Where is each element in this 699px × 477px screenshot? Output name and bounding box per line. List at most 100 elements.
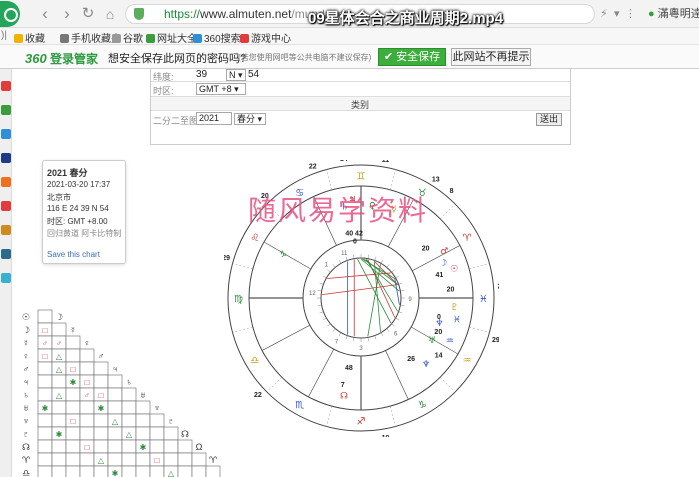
- zodiac-sign-icon: ♈: [463, 233, 472, 244]
- planet-degree-label: 26: [407, 356, 415, 363]
- lightning-icon[interactable]: ⚡: [600, 7, 608, 20]
- sidebar-app-icon[interactable]: [1, 153, 11, 163]
- refresh-icon[interactable]: ↻: [78, 4, 98, 24]
- latitude-minutes[interactable]: 54: [248, 69, 259, 80]
- grid-diagonal-planet-icon: ♆: [154, 403, 161, 413]
- bookmarks-bar: )| 收藏 手机收藏夹 谷歌 网址大全 360搜索 游戏中心: [0, 28, 699, 45]
- planet-icon: ♇: [451, 303, 459, 313]
- degree-tick: [398, 282, 403, 285]
- house-number-label: 6: [394, 332, 398, 338]
- bookmark-item[interactable]: 360搜索: [193, 30, 241, 45]
- menu-icon[interactable]: ⋮: [625, 7, 636, 20]
- degree-tick: [319, 282, 324, 285]
- cusp-degree-label: 29: [492, 337, 499, 344]
- browser-logo-icon: [0, 1, 20, 27]
- bookmark-icon: [60, 34, 69, 43]
- latitude-direction-select[interactable]: N ▾: [226, 69, 246, 81]
- watermark-text: 随风易学资料: [248, 194, 429, 227]
- bookmark-item[interactable]: 网址大全: [146, 30, 197, 45]
- aspect-cell: [107, 400, 123, 415]
- year-input[interactable]: 2021: [196, 112, 232, 125]
- season-select[interactable]: 春分 ▾: [234, 113, 266, 125]
- aspect-cell: [149, 426, 165, 441]
- aspect-cell: [79, 361, 95, 376]
- submit-button[interactable]: 送出: [536, 113, 562, 126]
- dropdown-icon[interactable]: ▾: [614, 7, 620, 20]
- card-timezone: 时区: GMT +8.00: [47, 217, 108, 226]
- degree-tick: [317, 290, 322, 292]
- planet-icon: ♂: [440, 247, 448, 257]
- grid-diagonal-planet-icon: ☊: [181, 429, 189, 439]
- sidebar-app-icon[interactable]: [1, 249, 11, 259]
- aspect-cell: [107, 387, 123, 402]
- save-password-button[interactable]: ✔ 安全保存: [378, 48, 446, 66]
- password-save-bar: 360 登录管家 想安全保存此网页的密码吗? (若您使用网吧等公共电脑不建议保存…: [0, 45, 699, 69]
- user-account[interactable]: ● 滿粵明逹: [648, 5, 699, 21]
- zodiac-sign-icon: ♌: [250, 233, 259, 244]
- grid-row-planet-icon: ☽: [22, 325, 30, 335]
- cusp-degree-label: 19: [382, 435, 390, 437]
- aspect-cell: [65, 400, 81, 415]
- sidebar-app-icon[interactable]: [1, 177, 11, 187]
- timezone-select[interactable]: GMT +8 ▾: [196, 83, 246, 95]
- degree-tick: [353, 254, 355, 259]
- cusp-degree-label: 11: [382, 160, 390, 164]
- planet-icon: ☊: [340, 392, 348, 402]
- video-title: 09星体会合之商业周期2.mp4: [308, 10, 504, 27]
- planet-icon: ♅: [428, 336, 436, 346]
- planet-degree-label: 20: [422, 246, 430, 253]
- degree-tick: [395, 275, 400, 279]
- aspect-symbol-icon: ♂: [42, 339, 48, 348]
- zodiac-sign-icon: ♓: [479, 294, 488, 305]
- bookmark-item[interactable]: 收藏: [14, 30, 45, 45]
- planet-degree-label: 14: [435, 352, 443, 359]
- aspect-symbol-icon: ✱: [98, 404, 105, 413]
- bookmark-item[interactable]: 游戏中心: [240, 30, 291, 45]
- aspect-cell: [107, 426, 123, 441]
- latitude-degrees[interactable]: 39: [196, 69, 207, 80]
- aspect-cell: [149, 439, 165, 454]
- grid-diagonal-planet-icon: ♃: [112, 364, 119, 374]
- aspect-cell: [65, 426, 81, 441]
- back-icon[interactable]: ‹: [35, 4, 55, 24]
- aspect-cell: [51, 413, 67, 428]
- sidebar-app-icon[interactable]: [1, 201, 11, 211]
- aspect-symbol-icon: △: [56, 365, 63, 374]
- sidebar-app-icon[interactable]: [1, 81, 11, 91]
- aspect-symbol-icon: □: [71, 365, 76, 374]
- aspect-cell: [65, 465, 81, 477]
- never-remind-button[interactable]: 此网站不再提示: [451, 48, 531, 66]
- degree-tick: [345, 335, 348, 340]
- aspect-cell: [177, 439, 193, 454]
- aspect-cell: [79, 426, 95, 441]
- aspect-symbol-icon: △: [56, 391, 63, 400]
- sidebar-app-icon[interactable]: [1, 225, 11, 235]
- cusp-degree-label: 13: [432, 176, 440, 183]
- chart-form: 纬度: 39 N ▾ 54 时区: GMT +8 ▾ 类别 二分二至图: 202…: [150, 69, 571, 145]
- left-sidebar: [0, 45, 12, 477]
- card-title: 2021 春分: [47, 168, 88, 178]
- bookmarks-toggle[interactable]: )|: [1, 30, 7, 41]
- sidebar-app-icon[interactable]: [1, 129, 11, 139]
- planet-icon: ♑: [279, 250, 287, 260]
- aspect-cell: [51, 452, 67, 467]
- aspect-cell: [51, 465, 67, 477]
- house-cusp-line: [261, 324, 310, 351]
- sidebar-app-icon[interactable]: [1, 273, 11, 283]
- planet-degree-label: 40 42: [345, 230, 363, 237]
- degree-tick: [317, 304, 322, 306]
- save-chart-link[interactable]: Save this chart: [47, 250, 100, 259]
- house-number-label: 12: [309, 291, 316, 297]
- grid-row-planet-icon: ♇: [23, 429, 30, 439]
- aspect-cell: [37, 426, 53, 441]
- bookmark-label: 游戏中心: [251, 34, 291, 45]
- sidebar-app-icon[interactable]: [1, 105, 11, 115]
- bookmark-item[interactable]: 谷歌: [112, 30, 143, 45]
- home-icon[interactable]: ⌂: [100, 4, 120, 24]
- forward-icon[interactable]: ›: [57, 4, 77, 24]
- aspect-cell: [93, 465, 109, 477]
- degree-tick: [332, 328, 336, 332]
- planet-icon: ♓: [453, 315, 461, 325]
- grid-row-planet-icon: ♎: [22, 468, 30, 477]
- brand-360: 360 登录管家: [25, 51, 99, 66]
